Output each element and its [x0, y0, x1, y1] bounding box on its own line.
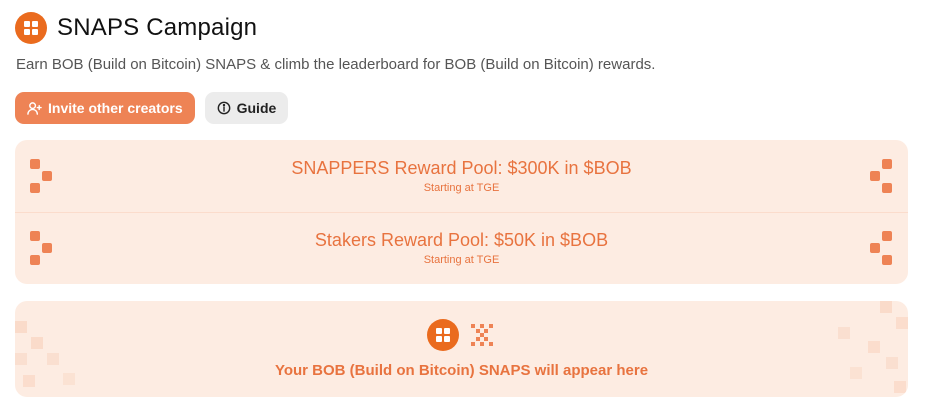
invite-creators-label: Invite other creators	[48, 100, 183, 116]
reward-pool-stakers: Stakers Reward Pool: $50K in $BOB Starti…	[15, 212, 908, 284]
pool-title: Stakers Reward Pool: $50K in $BOB	[314, 230, 609, 250]
faded-pixel-pattern-icon	[15, 321, 75, 387]
pool-subtitle: Starting at TGE	[423, 254, 500, 266]
pool-subtitle: Starting at TGE	[423, 182, 500, 194]
pixel-sparkle-icon	[471, 324, 493, 346]
snaps-icons	[427, 319, 497, 351]
snaps-empty-state: Your BOB (Build on Bitcoin) SNAPS will a…	[15, 301, 908, 397]
info-icon	[217, 101, 230, 115]
pixel-decoration-left-icon	[30, 231, 52, 265]
invite-creators-button[interactable]: Invite other creators	[15, 92, 195, 124]
guide-button[interactable]: Guide	[204, 92, 289, 124]
pixel-decoration-right-icon	[870, 159, 892, 193]
pool-title: SNAPPERS Reward Pool: $300K in $BOB	[291, 158, 632, 178]
page-header: SNAPS Campaign	[15, 12, 257, 44]
guide-label: Guide	[236, 100, 277, 116]
pixel-decoration-left-icon	[30, 159, 52, 193]
grid-logo-icon	[15, 12, 47, 44]
page-title: SNAPS Campaign	[57, 14, 258, 41]
reward-pool-snappers: SNAPPERS Reward Pool: $300K in $BOB Star…	[15, 140, 908, 213]
page-subtitle: Earn BOB (Build on Bitcoin) SNAPS & clim…	[16, 56, 656, 73]
snaps-empty-message: Your BOB (Build on Bitcoin) SNAPS will a…	[274, 362, 649, 379]
action-bar: Invite other creators Guide	[15, 92, 289, 124]
add-user-icon	[27, 101, 42, 115]
pixel-decoration-right-icon	[870, 231, 892, 265]
faded-pixel-pattern-icon	[838, 301, 908, 393]
reward-pools-panel: SNAPPERS Reward Pool: $300K in $BOB Star…	[15, 140, 908, 284]
grid-logo-icon	[427, 319, 459, 351]
